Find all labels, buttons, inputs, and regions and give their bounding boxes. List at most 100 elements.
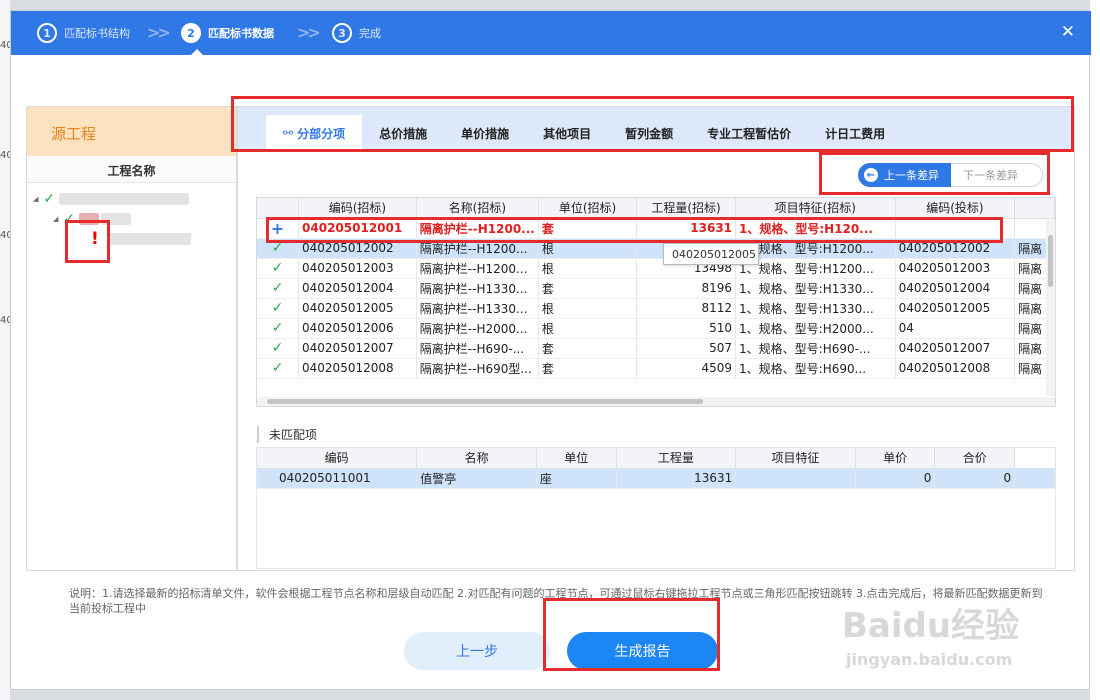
horizontal-scrollbar[interactable]: [257, 397, 1055, 406]
cell-bid-code[interactable]: 040205012004: [895, 278, 1016, 299]
tab-qitaxiangmu[interactable]: 其他项目: [526, 115, 608, 151]
column-header[interactable]: 合价: [934, 448, 1016, 469]
cell-bid-code[interactable]: 040205012005: [895, 298, 1016, 319]
column-header[interactable]: 编码(招标): [298, 198, 417, 219]
table-row[interactable]: ✓ 040205012006 隔离护栏--H2000... 根 510 1、规格、型号:H…: [257, 318, 1055, 339]
cell-name[interactable]: 隔离护栏--H1200...: [416, 218, 539, 239]
expand-triangle-icon[interactable]: ◢: [33, 195, 38, 203]
tree-node-child[interactable]: ◢ ✓: [53, 210, 132, 228]
cell-quantity[interactable]: 8196: [636, 278, 737, 299]
cell-feature[interactable]: 1、规格、型号:H1200...: [735, 238, 896, 259]
cell-code[interactable]: 040205011001: [257, 468, 418, 489]
cell-name[interactable]: 隔离护栏--H1200...: [416, 238, 539, 259]
cell-bid-code[interactable]: 040205012007: [895, 338, 1016, 359]
cell-bid-code[interactable]: 040205012008: [895, 358, 1016, 379]
cell-unit[interactable]: 根: [538, 258, 638, 279]
column-header[interactable]: [257, 198, 300, 219]
cell-bid-code[interactable]: [895, 218, 1016, 239]
cell-quantity[interactable]: 507: [636, 338, 737, 359]
cell-feature[interactable]: 1、规格、型号:H120...: [735, 218, 896, 239]
tab-zongjiacuoshi[interactable]: 总价措施: [362, 115, 444, 151]
tab-jirigong[interactable]: 计日工费用: [808, 115, 902, 151]
cell-unit[interactable]: 根: [538, 238, 638, 259]
cell-total[interactable]: 0: [934, 468, 1016, 489]
prev-diff-button[interactable]: ← 上一条差异: [858, 163, 951, 187]
step-3[interactable]: 3 完成: [332, 23, 381, 43]
table-row[interactable]: 040205011001 值警亭 座 13631 0 0: [257, 468, 1055, 489]
cell-unit[interactable]: 根: [538, 318, 638, 339]
tab-danjiacuoshi[interactable]: 单价措施: [444, 115, 526, 151]
cell-feature[interactable]: [735, 468, 856, 489]
cell-name[interactable]: 隔离护栏--H690-...: [416, 338, 539, 359]
cell-quantity[interactable]: 510: [636, 318, 737, 339]
cell-unit[interactable]: 座: [536, 468, 617, 489]
step-1[interactable]: 1 匹配标书结构: [37, 23, 130, 43]
column-header[interactable]: 名称: [416, 448, 537, 469]
cell-feature[interactable]: 1、规格、型号:H1200...: [735, 258, 896, 279]
tree-node-unmatched[interactable]: !: [91, 229, 191, 249]
table-row[interactable]: ✓ 040205012005 隔离护栏--H1330... 根 8112 1、规格、型号:…: [257, 298, 1055, 319]
generate-report-button[interactable]: 生成报告: [567, 632, 718, 670]
cell-feature[interactable]: 1、规格、型号:H690-...: [735, 338, 896, 359]
tab-zanliejine[interactable]: 暂列金额: [608, 115, 690, 151]
column-header[interactable]: 工程量(招标): [636, 198, 737, 219]
close-icon[interactable]: ✕: [1061, 22, 1075, 42]
table-row[interactable]: ✓040205012002隔离护栏--H1200...根1801、规格、型号:H…: [257, 238, 1055, 259]
tree-node-root[interactable]: ◢ ✓: [33, 190, 190, 208]
table-row[interactable]: ✓ 040205012004 隔离护栏--H1330... 套 8196 1、规格、型号:…: [257, 278, 1055, 299]
cell-code[interactable]: 040205012001: [298, 218, 417, 239]
cell-bid-code[interactable]: 040205012002: [895, 238, 1016, 259]
scroll-thumb[interactable]: [1048, 235, 1053, 287]
column-header[interactable]: [1014, 198, 1055, 219]
cell-code[interactable]: 040205012004: [298, 278, 417, 299]
cell-quantity[interactable]: 13631: [636, 218, 737, 239]
column-header[interactable]: 单位(招标): [538, 198, 638, 219]
cell-feature[interactable]: 1、规格、型号:H1330...: [735, 278, 896, 299]
cell-feature[interactable]: 1、规格、型号:H690...: [735, 358, 896, 379]
cell-quantity[interactable]: 8112: [636, 298, 737, 319]
cell-unit[interactable]: 根: [538, 298, 638, 319]
column-header[interactable]: 名称(招标): [416, 198, 539, 219]
scroll-thumb[interactable]: [267, 399, 703, 404]
cell-name[interactable]: 隔离护栏--H690型...: [416, 358, 539, 379]
cell-code[interactable]: 040205012006: [298, 318, 417, 339]
cell-name[interactable]: 隔离护栏--H1330...: [416, 278, 539, 299]
cell-code[interactable]: 040205012007: [298, 338, 417, 359]
cell-name[interactable]: 值警亭: [416, 468, 537, 489]
table-row[interactable]: ✓ 040205012003 隔离护栏--H1200... 根 13498 1、规格、型号…: [257, 258, 1055, 279]
back-button[interactable]: 上一步: [404, 632, 550, 670]
cell-name[interactable]: 隔离护栏--H1200...: [416, 258, 539, 279]
column-header[interactable]: 工程量: [616, 448, 737, 469]
column-header[interactable]: 单位: [536, 448, 617, 469]
cell-quantity[interactable]: 4509: [636, 358, 737, 379]
cell-price[interactable]: 0: [855, 468, 936, 489]
cell-feature[interactable]: 1、规格、型号:H1330...: [735, 298, 896, 319]
cell-bid-code[interactable]: 040205012003: [895, 258, 1016, 279]
column-header[interactable]: 编码(投标): [895, 198, 1016, 219]
cell-feature[interactable]: 1、规格、型号:H2000...: [735, 318, 896, 339]
cell-unit[interactable]: 套: [538, 278, 638, 299]
cell-quantity[interactable]: 13631: [616, 468, 737, 489]
column-header[interactable]: 单价: [855, 448, 936, 469]
table-row[interactable]: ✓ 040205012008 隔离护栏--H690型... 套 4509 1、规格、型号:…: [257, 358, 1055, 379]
table-row[interactable]: ✓ 040205012007 隔离护栏--H690-... 套 507 1、规格、型号:H…: [257, 338, 1055, 359]
cell-code[interactable]: 040205012005: [298, 298, 417, 319]
expand-triangle-icon[interactable]: ◢: [53, 215, 58, 223]
cell-bid-code[interactable]: 04: [895, 318, 1016, 339]
cell-unit[interactable]: 套: [538, 218, 638, 239]
column-header[interactable]: 项目特征: [735, 448, 856, 469]
cell-unit[interactable]: 套: [538, 358, 638, 379]
column-header[interactable]: 编码: [257, 448, 418, 469]
cell-name[interactable]: 隔离护栏--H1330...: [416, 298, 539, 319]
tab-zhuanyegongcheng[interactable]: 专业工程暂估价: [690, 115, 808, 151]
cell-code[interactable]: 040205012002: [298, 238, 417, 259]
vertical-scrollbar[interactable]: [1046, 219, 1055, 396]
tab-fenbufenxiang[interactable]: ⚯ 分部分项: [266, 115, 363, 151]
table-row[interactable]: +040205012001 隔离护栏--H1200... 套 13631 1、规格、型号…: [257, 218, 1055, 239]
column-header[interactable]: 项目特征(招标): [735, 198, 896, 219]
cell-name[interactable]: 隔离护栏--H2000...: [416, 318, 539, 339]
next-diff-button[interactable]: 下一条差异: [951, 163, 1043, 187]
cell-code[interactable]: 040205012008: [298, 358, 417, 379]
cell-code[interactable]: 040205012003: [298, 258, 417, 279]
cell-unit[interactable]: 套: [538, 338, 638, 359]
